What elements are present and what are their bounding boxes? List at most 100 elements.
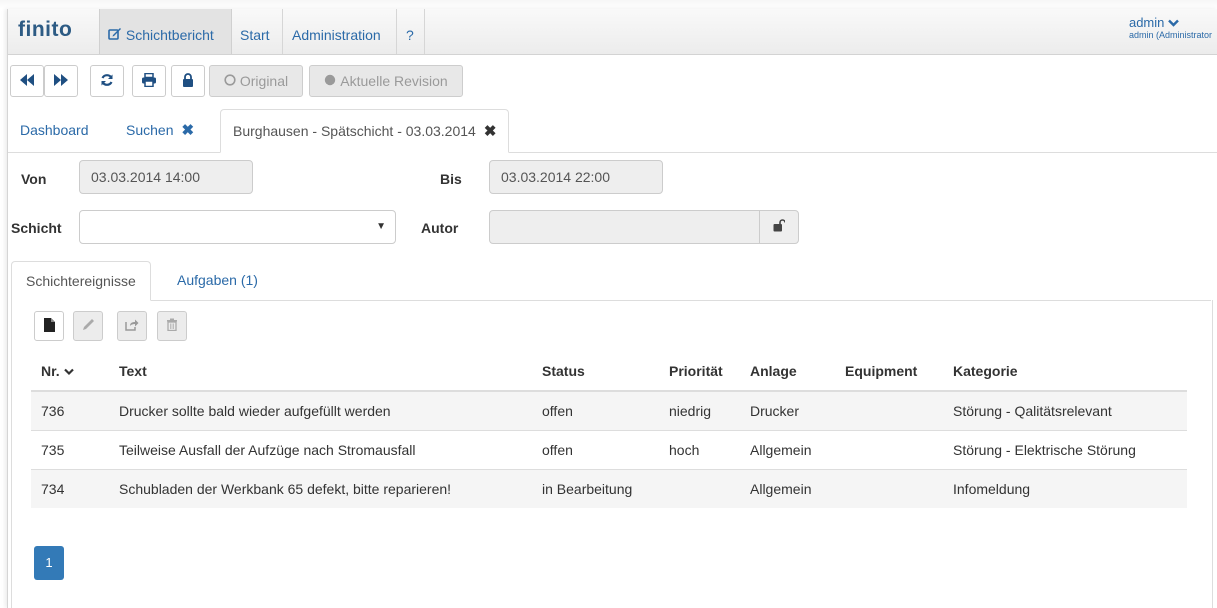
- close-icon[interactable]: ✖: [484, 123, 497, 140]
- current-revision-button[interactable]: Aktuelle Revision: [309, 65, 463, 97]
- tab-dashboard-label: Dashboard: [20, 122, 89, 138]
- table-row[interactable]: 734 Schubladen der Werkbank 65 defekt, b…: [31, 469, 1187, 508]
- caret-down-icon: ▼: [376, 221, 386, 232]
- refresh-button[interactable]: [90, 65, 124, 97]
- column-header-equipment[interactable]: Equipment: [835, 352, 943, 392]
- von-field[interactable]: 03.03.2014 14:00: [79, 160, 253, 194]
- cell-anlage: Drucker: [740, 390, 835, 431]
- tab-suchen-label: Suchen: [126, 122, 174, 138]
- cell-anlage: Allgemein: [740, 469, 835, 508]
- chevron-down-icon: [1168, 15, 1179, 30]
- brand-logo[interactable]: finito: [18, 18, 72, 42]
- user-menu[interactable]: admin admin (Administrator: [1129, 15, 1212, 40]
- nav-start-label: Start: [240, 27, 270, 43]
- column-header-kategorie[interactable]: Kategorie: [943, 352, 1187, 392]
- nav-help[interactable]: ?: [398, 9, 422, 54]
- current-revision-label: Aktuelle Revision: [340, 73, 448, 89]
- user-name: admin: [1128, 15, 1165, 30]
- autor-label: Autor: [421, 220, 459, 236]
- print-button[interactable]: [132, 65, 166, 97]
- table-row[interactable]: 735 Teilweise Ausfall der Aufzüge nach S…: [31, 430, 1187, 470]
- share-button[interactable]: [117, 311, 147, 341]
- tab-schichtereignisse-label: Schichtereignisse: [26, 273, 136, 289]
- nav-administration[interactable]: Administration: [284, 9, 389, 54]
- nav-schichtbericht-label: Schichtbericht: [125, 27, 214, 43]
- close-icon[interactable]: ✖: [181, 122, 194, 139]
- user-role: admin (Administrator: [1128, 30, 1212, 40]
- table-row[interactable]: 736 Drucker sollte bald wieder aufgefüll…: [31, 390, 1187, 431]
- column-header-prioritaet[interactable]: Priorität: [659, 352, 740, 392]
- delete-button[interactable]: [157, 311, 187, 341]
- tab-report-label: Burghausen - Spätschicht - 03.03.2014: [233, 123, 476, 139]
- schicht-label: Schicht: [11, 220, 62, 236]
- fast-backward-icon: [19, 73, 35, 89]
- cell-text: Drucker sollte bald wieder aufgefüllt we…: [109, 390, 532, 431]
- fast-forward-icon: [53, 73, 69, 89]
- nav-schichtbericht[interactable]: Schichtbericht: [99, 9, 232, 54]
- cell-equipment: [835, 430, 943, 470]
- cell-status: offen: [532, 430, 659, 470]
- cell-text: Teilweise Ausfall der Aufzüge nach Strom…: [109, 430, 532, 470]
- cell-text: Schubladen der Werkbank 65 defekt, bitte…: [109, 469, 532, 508]
- original-label: Original: [239, 73, 289, 89]
- new-button[interactable]: [34, 311, 64, 341]
- column-header-nr[interactable]: Nr.: [31, 352, 109, 392]
- cell-nr[interactable]: 736: [31, 390, 109, 431]
- cell-kategorie: Störung - Qalitätsrelevant: [943, 390, 1187, 431]
- sub-tabs: Schichtereignisse Aufgaben (1): [11, 261, 1211, 301]
- column-header-anlage[interactable]: Anlage: [740, 352, 835, 392]
- tab-aufgaben-label: Aufgaben (1): [177, 272, 258, 288]
- tab-suchen[interactable]: Suchen ✖: [114, 109, 206, 152]
- nav-help-label: ?: [406, 27, 414, 43]
- schicht-select[interactable]: ▼: [79, 210, 396, 244]
- bis-field[interactable]: 03.03.2014 22:00: [489, 160, 663, 194]
- tab-schichtereignisse[interactable]: Schichtereignisse: [11, 261, 151, 301]
- next-button[interactable]: [44, 65, 78, 97]
- edit-icon: [108, 27, 122, 43]
- cell-equipment: [835, 390, 943, 431]
- trash-icon: [166, 318, 178, 334]
- share-icon: [125, 318, 139, 334]
- cell-kategorie: Infomeldung: [943, 469, 1187, 508]
- lock-button[interactable]: [171, 65, 205, 97]
- circle-filled-icon: [324, 73, 336, 89]
- cell-status: in Bearbeitung: [532, 469, 659, 508]
- cell-anlage: Allgemein: [740, 430, 835, 470]
- top-navbar: finito Schichtbericht Start Administrati…: [8, 9, 1217, 55]
- circle-outline-icon: [224, 73, 236, 89]
- cell-prioritaet: [659, 469, 740, 508]
- tab-aufgaben[interactable]: Aufgaben (1): [163, 261, 272, 300]
- print-icon: [141, 72, 157, 90]
- events-table: Nr. Text Status Priorität Anlage Equipme…: [31, 352, 1187, 508]
- column-header-text[interactable]: Text: [109, 352, 532, 392]
- cell-equipment: [835, 469, 943, 508]
- app-frame: finito Schichtbericht Start Administrati…: [7, 9, 1217, 608]
- pencil-icon: [82, 318, 95, 334]
- unlock-button[interactable]: [759, 210, 799, 244]
- chevron-down-icon: [63, 363, 74, 379]
- refresh-icon: [100, 73, 114, 90]
- pagination-page-1[interactable]: 1: [34, 546, 64, 580]
- autor-field[interactable]: [489, 210, 760, 244]
- table-header-row: Nr. Text Status Priorität Anlage Equipme…: [31, 352, 1187, 392]
- header-nr-label: Nr.: [41, 363, 60, 379]
- new-file-icon: [43, 317, 55, 335]
- cell-nr[interactable]: 734: [31, 469, 109, 508]
- unlock-icon: [773, 211, 786, 243]
- tab-report[interactable]: Burghausen - Spätschicht - 03.03.2014 ✖: [220, 109, 510, 153]
- column-header-status[interactable]: Status: [532, 352, 659, 392]
- cell-status: offen: [532, 390, 659, 431]
- cell-prioritaet: niedrig: [659, 390, 740, 431]
- original-button[interactable]: Original: [209, 65, 303, 97]
- tab-dashboard[interactable]: Dashboard: [8, 109, 101, 152]
- von-label: Von: [21, 171, 47, 187]
- cell-prioritaet: hoch: [659, 430, 740, 470]
- cell-nr[interactable]: 735: [31, 430, 109, 470]
- main-tabs: Dashboard Suchen ✖ Burghausen - Spätschic…: [8, 109, 1217, 153]
- nav-start[interactable]: Start: [232, 9, 278, 54]
- lock-icon: [182, 72, 194, 90]
- previous-button[interactable]: [10, 65, 44, 97]
- nav-administration-label: Administration: [292, 27, 381, 43]
- edit-button[interactable]: [73, 311, 103, 341]
- bis-label: Bis: [440, 171, 462, 187]
